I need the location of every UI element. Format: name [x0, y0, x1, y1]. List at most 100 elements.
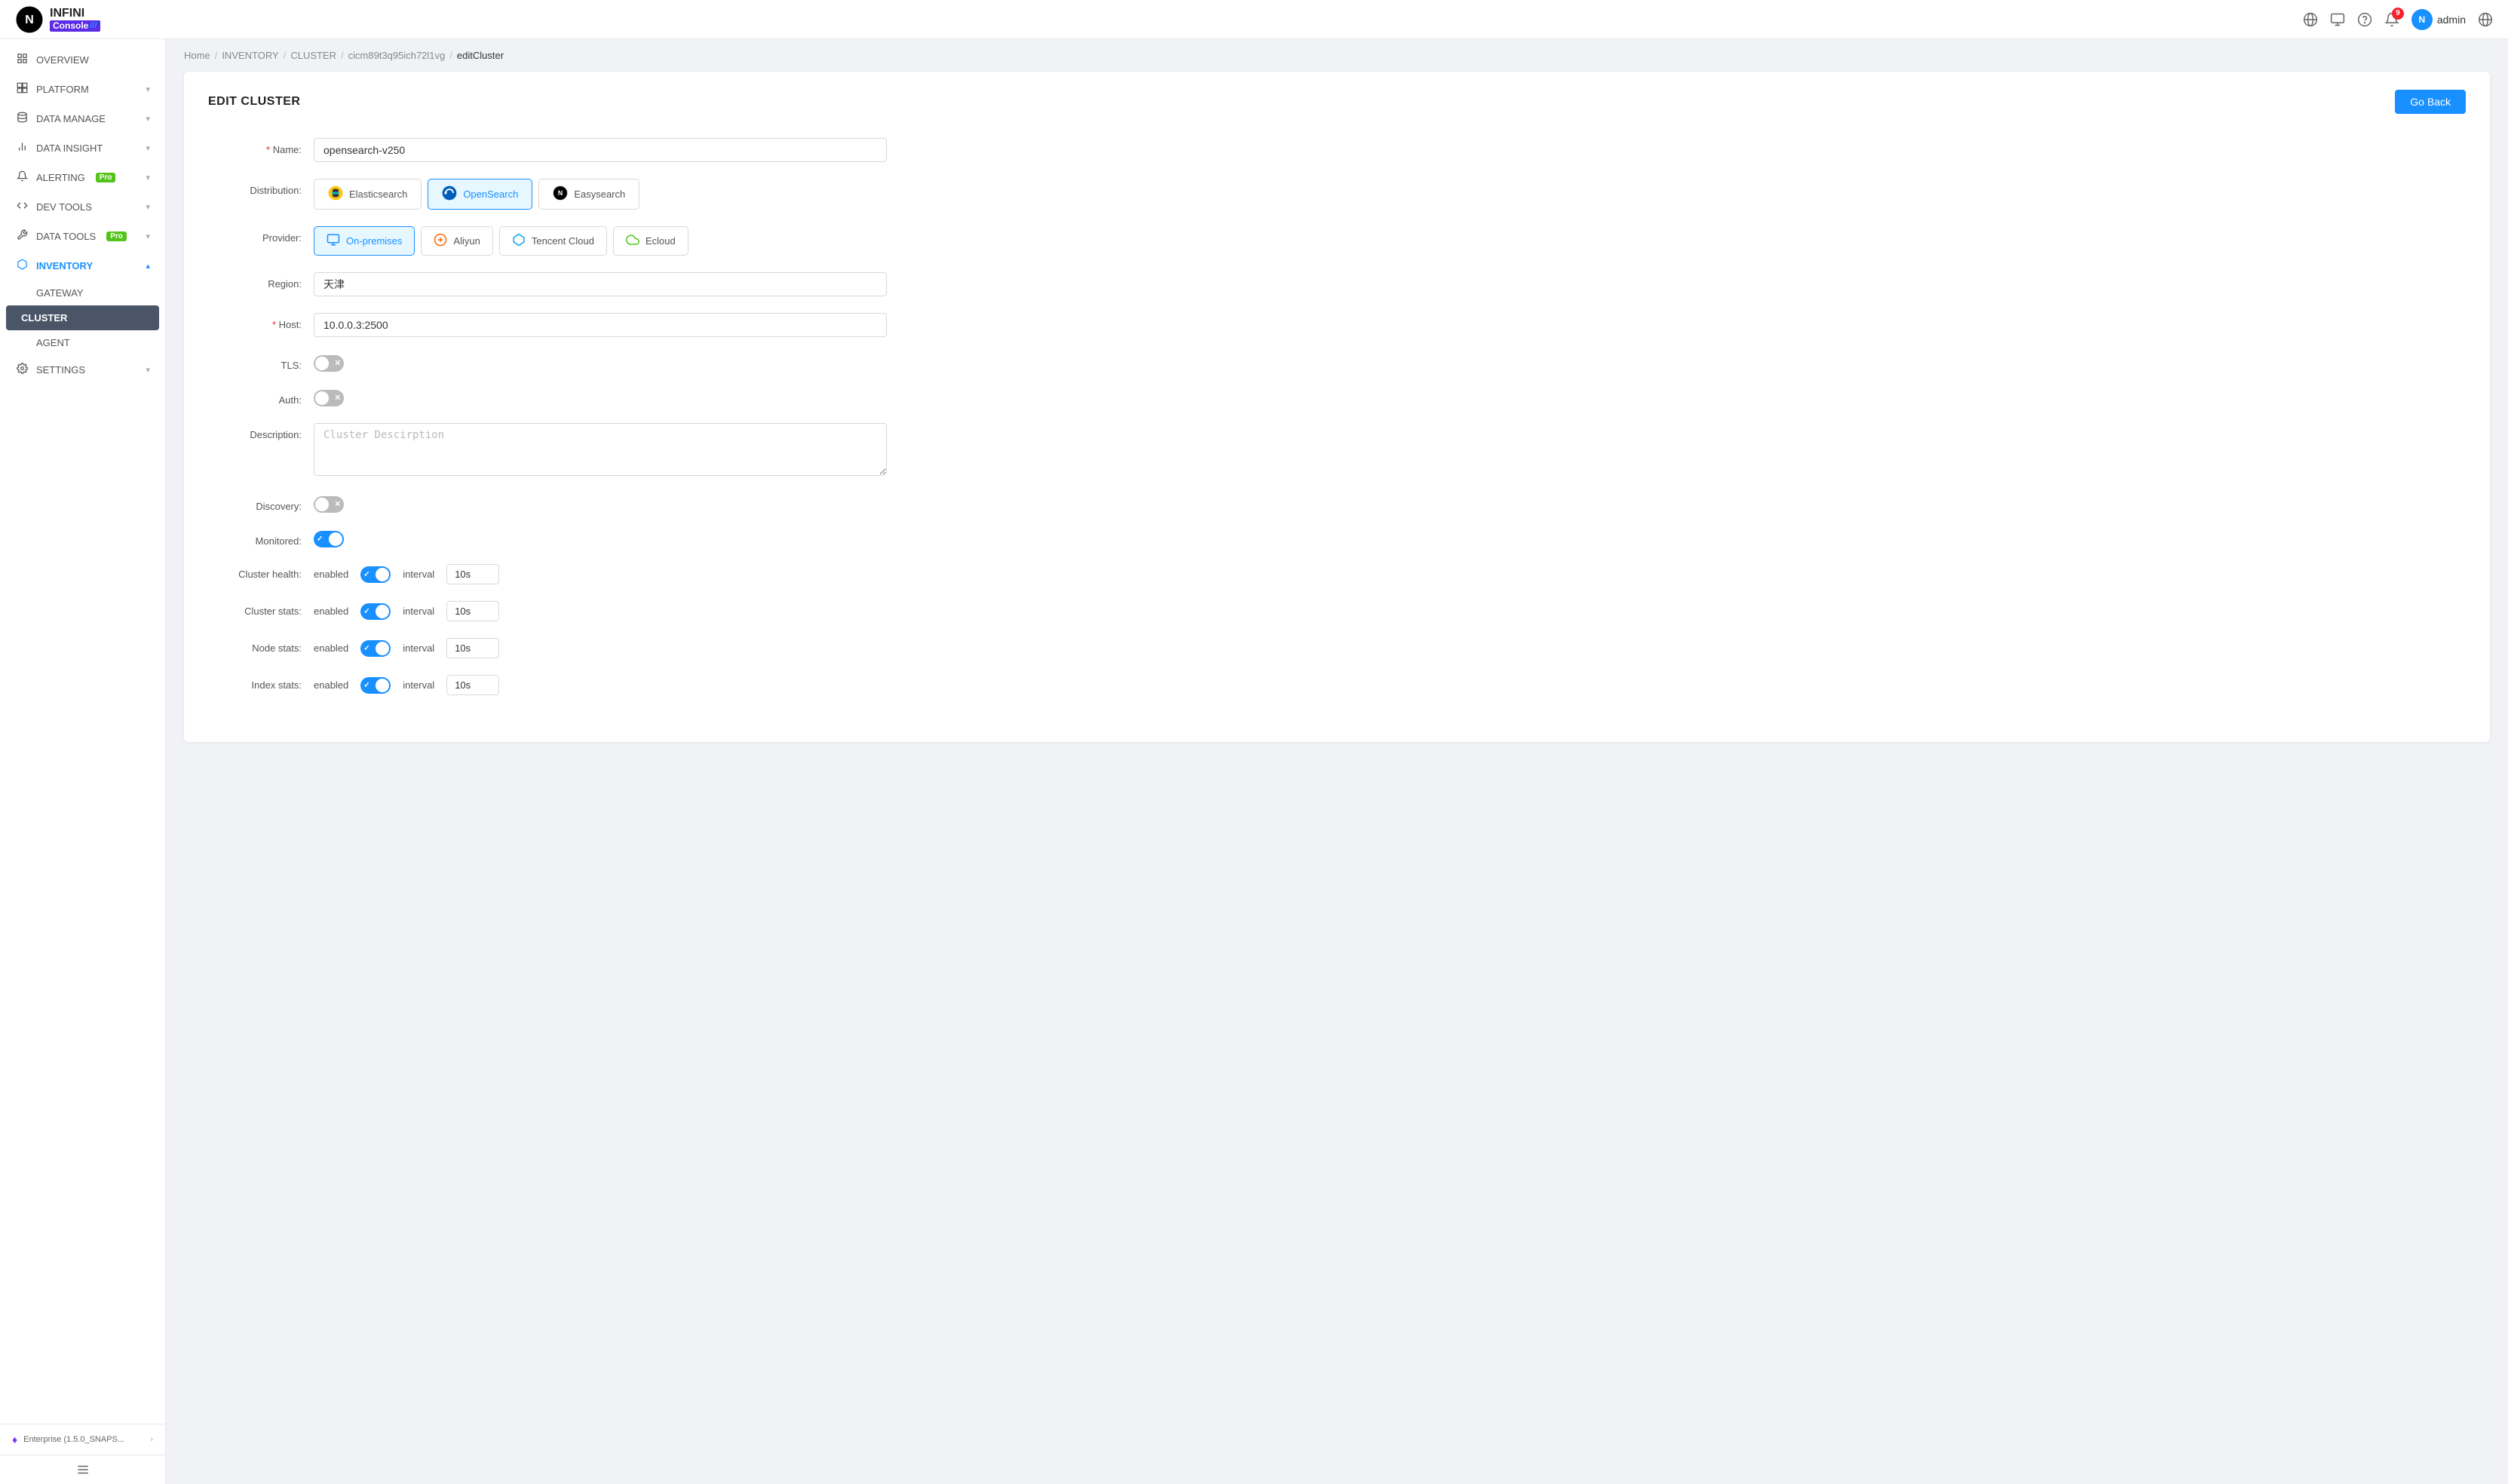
- help-icon-btn[interactable]: [2357, 12, 2372, 27]
- monitor-icon-btn[interactable]: [2330, 12, 2345, 27]
- name-control: [314, 138, 887, 162]
- provider-tencent-label: Tencent Cloud: [532, 235, 594, 247]
- name-input[interactable]: [314, 138, 887, 162]
- alerting-icon: [15, 170, 29, 185]
- sidebar-sub-item-cluster[interactable]: CLUSTER: [6, 305, 159, 330]
- sidebar-sub-item-agent-label: AGENT: [36, 337, 70, 348]
- provider-control: On-premises Aliyun: [314, 226, 887, 256]
- host-label: Host:: [208, 313, 314, 330]
- content-area: Home / INVENTORY / CLUSTER / cicm89t3q95…: [166, 39, 2508, 1484]
- sidebar-sub-item-agent[interactable]: AGENT: [0, 330, 165, 355]
- host-control: [314, 313, 887, 337]
- discovery-toggle[interactable]: ✕: [314, 496, 344, 513]
- global-icon-btn[interactable]: [2303, 12, 2318, 27]
- edit-cluster-card: EDIT CLUSTER Go Back Name: Distribution:: [184, 72, 2490, 742]
- svg-text:N: N: [558, 189, 563, 197]
- tencent-icon: [512, 233, 526, 249]
- provider-on-premises-btn[interactable]: On-premises: [314, 226, 415, 256]
- provider-row: Provider: On-premises: [208, 226, 2466, 256]
- inventory-icon: [15, 259, 29, 273]
- auth-control: ✕: [314, 388, 887, 406]
- breadcrumb: Home / INVENTORY / CLUSTER / cicm89t3q95…: [166, 39, 2508, 72]
- card-header: EDIT CLUSTER Go Back: [208, 90, 2466, 114]
- index-stats-toggle[interactable]: ✓: [360, 677, 391, 694]
- settings-arrow: ▾: [146, 365, 150, 375]
- cluster-stats-interval-input[interactable]: [446, 601, 499, 621]
- dist-opensearch-btn[interactable]: OpenSearch: [428, 179, 532, 210]
- description-label: Description:: [208, 423, 314, 440]
- cluster-stats-interval-text: interval: [403, 606, 434, 617]
- tls-control: ✕: [314, 354, 887, 372]
- sidebar-list-icon[interactable]: [0, 1455, 165, 1484]
- node-stats-toggle[interactable]: ✓: [360, 640, 391, 657]
- sidebar-item-alerting-label: ALERTING: [36, 172, 85, 183]
- lang-icon-btn[interactable]: [2478, 12, 2493, 27]
- breadcrumb-home[interactable]: Home: [184, 50, 210, 61]
- breadcrumb-inventory[interactable]: INVENTORY: [222, 50, 278, 61]
- platform-icon: [15, 82, 29, 97]
- cluster-health-interval-input[interactable]: [446, 564, 499, 584]
- sidebar-item-data-tools[interactable]: DATA TOOLS Pro ▾: [0, 222, 165, 251]
- discovery-row: Discovery: ✕: [208, 495, 2466, 513]
- cluster-health-toggle[interactable]: ✓: [360, 566, 391, 583]
- tls-toggle[interactable]: ✕: [314, 355, 344, 372]
- monitored-toggle[interactable]: ✓: [314, 531, 344, 547]
- dist-elasticsearch-btn[interactable]: Elasticsearch: [314, 179, 422, 210]
- auth-toggle[interactable]: ✕: [314, 390, 344, 406]
- sidebar-item-platform-label: PLATFORM: [36, 84, 89, 95]
- sidebar-item-settings[interactable]: SETTINGS ▾: [0, 355, 165, 385]
- cluster-stats-toggle[interactable]: ✓: [360, 603, 391, 620]
- sidebar-item-data-insight-label: DATA INSIGHT: [36, 143, 103, 154]
- sidebar-item-data-manage[interactable]: DATA MANAGE ▾: [0, 104, 165, 133]
- monitored-row: Monitored: ✓: [208, 529, 2466, 547]
- dist-opensearch-label: OpenSearch: [463, 189, 518, 200]
- bell-icon-btn[interactable]: 9: [2384, 12, 2399, 27]
- logo-console-text: Console ///: [50, 20, 100, 32]
- sidebar-sub-item-gateway[interactable]: GATEWAY: [0, 281, 165, 305]
- cluster-health-label: Cluster health:: [208, 569, 314, 580]
- sidebar: OVERVIEW PLATFORM ▾ DATA MANAGE ▾: [0, 39, 166, 1484]
- node-stats-row: Node stats: enabled ✓ interval: [208, 638, 2466, 658]
- index-stats-interval-text: interval: [403, 679, 434, 691]
- cluster-stats-control: enabled ✓ interval: [314, 601, 499, 621]
- breadcrumb-cluster[interactable]: CLUSTER: [290, 50, 336, 61]
- region-label: Region:: [208, 272, 314, 290]
- sidebar-footer[interactable]: ♦ Enterprise (1.5.0_SNAPS... ›: [0, 1424, 165, 1455]
- description-textarea[interactable]: [314, 423, 887, 476]
- provider-ecloud-btn[interactable]: Ecloud: [613, 226, 688, 256]
- region-input[interactable]: [314, 272, 887, 296]
- cluster-health-interval-text: interval: [403, 569, 434, 580]
- auth-row: Auth: ✕: [208, 388, 2466, 406]
- logo: N INFINI Console ///: [15, 5, 100, 34]
- sidebar-item-dev-tools[interactable]: DEV TOOLS ▾: [0, 192, 165, 222]
- inventory-arrow: ▴: [146, 261, 150, 271]
- elasticsearch-icon: [328, 186, 343, 203]
- top-icons: 9 N admin: [2303, 9, 2493, 30]
- provider-tencent-btn[interactable]: Tencent Cloud: [499, 226, 607, 256]
- sidebar-item-alerting[interactable]: ALERTING Pro ▾: [0, 163, 165, 192]
- dev-tools-icon: [15, 200, 29, 214]
- sidebar-item-data-insight[interactable]: DATA INSIGHT ▾: [0, 133, 165, 163]
- sidebar-item-inventory[interactable]: INVENTORY ▴: [0, 251, 165, 281]
- data-insight-icon: [15, 141, 29, 155]
- sidebar-item-platform[interactable]: PLATFORM ▾: [0, 75, 165, 104]
- node-stats-interval-input[interactable]: [446, 638, 499, 658]
- dist-easysearch-btn[interactable]: N Easysearch: [538, 179, 639, 210]
- aliyun-icon: [434, 233, 447, 249]
- data-tools-icon: [15, 229, 29, 244]
- admin-label: admin: [2437, 14, 2466, 26]
- go-back-button[interactable]: Go Back: [2395, 90, 2466, 114]
- host-input[interactable]: [314, 313, 887, 337]
- sidebar-item-overview[interactable]: OVERVIEW: [0, 45, 165, 75]
- auth-label: Auth:: [208, 388, 314, 406]
- dist-elasticsearch-label: Elasticsearch: [349, 189, 407, 200]
- discovery-control: ✕: [314, 495, 887, 513]
- provider-aliyun-btn[interactable]: Aliyun: [421, 226, 492, 256]
- provider-aliyun-label: Aliyun: [453, 235, 480, 247]
- breadcrumb-cluster-id[interactable]: cicm89t3q95ich72l1vg: [348, 50, 446, 61]
- admin-avatar-btn[interactable]: N admin: [2411, 9, 2466, 30]
- logo-icon: N: [15, 5, 44, 34]
- distribution-control: Elasticsearch: [314, 179, 887, 210]
- logo-infini-text: INFINI: [50, 7, 100, 20]
- index-stats-interval-input[interactable]: [446, 675, 499, 695]
